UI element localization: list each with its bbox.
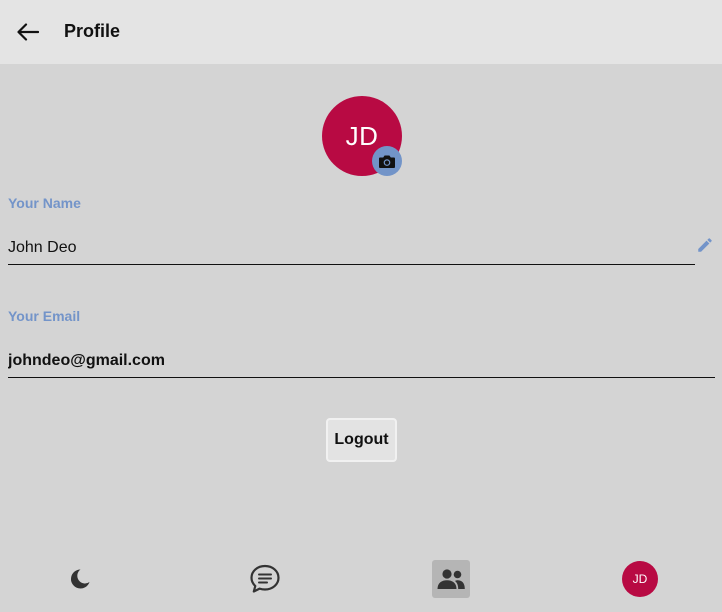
moon-icon — [70, 569, 90, 589]
camera-icon — [379, 155, 395, 168]
change-photo-button[interactable] — [372, 146, 402, 176]
nav-contacts[interactable] — [432, 560, 470, 598]
profile-avatar: JD — [322, 96, 402, 176]
logout-button[interactable]: Logout — [326, 418, 397, 462]
page-title: Profile — [64, 21, 121, 41]
nav-chats[interactable] — [246, 560, 284, 598]
name-input[interactable] — [8, 232, 695, 265]
nav-theme-toggle[interactable] — [61, 560, 99, 598]
app-header: Profile — [0, 0, 722, 64]
name-label: Your Name — [8, 195, 81, 211]
nav-avatar: JD — [622, 561, 658, 597]
chat-bubble-icon — [250, 564, 280, 593]
pencil-icon — [698, 238, 712, 252]
nav-profile[interactable]: JD — [621, 560, 659, 598]
users-icon — [437, 569, 465, 589]
back-button[interactable] — [14, 18, 42, 46]
edit-name-button[interactable] — [696, 236, 714, 254]
bottom-nav: JD — [0, 546, 722, 612]
profile-screen: Profile JD Your Name Your Email Logout — [0, 0, 722, 612]
email-label: Your Email — [8, 308, 81, 324]
email-input[interactable] — [8, 345, 715, 378]
arrow-left-icon — [17, 23, 39, 41]
